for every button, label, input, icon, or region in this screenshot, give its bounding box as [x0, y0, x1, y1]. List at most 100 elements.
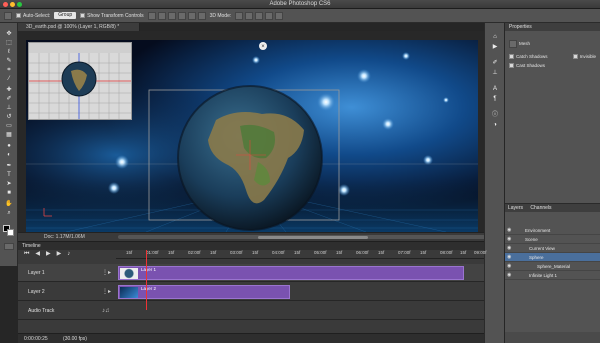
visibility-eye-icon[interactable]: ◉ — [507, 244, 513, 253]
layer-row-infinite-light[interactable]: ◉ Infinite Light 1 — [505, 271, 600, 280]
rotate-3d-icon[interactable] — [235, 11, 244, 20]
history-brush-icon[interactable]: ↺ — [4, 114, 14, 121]
playback-controls: ⏮ ◀ ▶ ▶ ♪ — [18, 250, 116, 258]
eyedropper-icon[interactable]: ⁄ — [4, 76, 14, 83]
audio-icon[interactable]: ♪ — [67, 250, 70, 258]
visibility-eye-icon[interactable]: ◉ — [507, 262, 513, 271]
brush-presets-icon[interactable]: ✐ — [490, 59, 500, 67]
clip-label: Layer 2 — [141, 286, 157, 291]
hand-icon[interactable]: ✋ — [4, 201, 14, 208]
move-tool-preset-icon[interactable] — [4, 11, 12, 20]
cast-shadows-row[interactable]: Cast Shadows — [505, 61, 600, 70]
layer-row-environment[interactable]: ◉ Environment — [505, 226, 600, 235]
quick-select-icon[interactable]: ✎ — [4, 58, 14, 65]
layers-panel: Layers Channels ◉ Environment ◉ Scene ◉ … — [505, 203, 600, 343]
prev-frame-icon[interactable]: ◀ — [35, 250, 40, 258]
layer-row-sphere[interactable]: ◉ Sphere — [505, 253, 600, 262]
layer-row-label: Sphere_Material — [537, 264, 571, 269]
clip-layer-1[interactable]: Layer 1 — [118, 266, 464, 280]
roll-3d-icon[interactable] — [245, 11, 254, 20]
timeline-playhead[interactable] — [146, 250, 147, 310]
pen-icon[interactable]: ✒ — [4, 163, 14, 170]
zoom-icon[interactable]: ⌕ — [4, 210, 14, 217]
background-color-swatch[interactable] — [7, 229, 14, 236]
type-icon[interactable]: T — [4, 172, 14, 179]
svg-text:×: × — [261, 44, 265, 50]
ruler-tick: 15f — [420, 250, 427, 255]
properties-panel: Properties Mesh Catch Shadows Invisible … — [505, 23, 600, 203]
path-select-icon[interactable]: ➤ — [4, 181, 14, 188]
shape-icon[interactable]: ■ — [4, 190, 14, 197]
quick-mask-icon[interactable] — [4, 243, 14, 250]
gradient-icon[interactable]: ▦ — [4, 132, 14, 139]
character-panel-icon[interactable]: A — [490, 85, 500, 93]
play-icon[interactable]: ▶ — [46, 250, 51, 258]
align-top-icon[interactable] — [147, 11, 156, 20]
layer-row-scene[interactable]: ◉ Scene — [505, 235, 600, 244]
track-audio[interactable]: Audio Track ♪♫ — [18, 302, 484, 320]
auto-select-dropdown[interactable]: Group — [54, 12, 77, 19]
track-menu-icon[interactable]: ⋮▸ — [102, 264, 111, 282]
secondary-view[interactable] — [28, 42, 132, 120]
slide-3d-icon[interactable] — [265, 11, 274, 20]
blur-icon[interactable]: ● — [4, 143, 14, 150]
brush-icon[interactable]: ✐ — [4, 96, 14, 103]
track-layer-1[interactable]: Layer 1 ⋮▸ Layer 1 — [18, 264, 484, 282]
healing-icon[interactable]: ✚ — [4, 87, 14, 94]
invisible-label: Invisible — [579, 54, 596, 59]
visibility-eye-icon[interactable]: ◉ — [507, 271, 513, 280]
history-panel-icon[interactable]: ⌂ — [490, 33, 500, 41]
horizontal-scrollbar-thumb[interactable] — [258, 236, 368, 239]
lasso-icon[interactable]: ℓ — [4, 49, 14, 56]
actions-panel-icon[interactable]: ▶ — [490, 43, 500, 51]
layer-row-current-view[interactable]: ◉ Current View — [505, 244, 600, 253]
adjustments-panel-icon[interactable]: ◑ — [490, 121, 500, 129]
mesh-row: Mesh — [505, 39, 600, 48]
clip-layer-2[interactable]: Layer 2 — [118, 285, 290, 299]
stamp-icon[interactable]: ⊥ — [4, 105, 14, 112]
layer-row-sphere-material[interactable]: ◉ Sphere_Material — [505, 262, 600, 271]
audio-track-controls-icon[interactable]: ♪♫ — [102, 302, 110, 320]
align-right-icon[interactable] — [197, 11, 206, 20]
doc-size-status: Doc: 1.17M/1.06M — [44, 234, 85, 240]
ruler-tick: 09:00f — [474, 250, 487, 255]
info-panel-icon[interactable]: ⓘ — [490, 111, 500, 119]
auto-select-checkbox[interactable] — [16, 13, 21, 18]
invisible-checkbox[interactable] — [572, 54, 578, 59]
clone-source-icon[interactable]: ⊥ — [490, 69, 500, 77]
track-menu-icon[interactable]: ⋮▸ — [102, 283, 111, 301]
tab-layers[interactable]: Layers — [505, 204, 526, 212]
show-transform-checkbox[interactable] — [80, 13, 86, 18]
drag-3d-icon[interactable] — [255, 11, 264, 20]
catch-shadows-checkbox[interactable] — [509, 54, 514, 59]
mesh-icon[interactable] — [509, 39, 517, 48]
dodge-icon[interactable]: ◐ — [4, 152, 14, 159]
document-tab-label: 3D_earth.psd @ 100% (Layer 1, RGB/8) * — [26, 24, 120, 30]
first-frame-icon[interactable]: ⏮ — [24, 250, 29, 258]
ruler-tick: 15f — [168, 250, 175, 255]
move-icon[interactable]: ✥ — [4, 31, 14, 38]
marquee-icon[interactable]: ⬚ — [4, 40, 14, 47]
catch-shadows-row[interactable]: Catch Shadows Invisible — [505, 52, 600, 61]
paragraph-panel-icon[interactable]: ¶ — [490, 95, 500, 103]
visibility-eye-icon[interactable]: ◉ — [507, 226, 513, 235]
auto-select-option[interactable]: Auto-Select: — [16, 13, 50, 19]
crop-icon[interactable]: ⌗ — [4, 67, 14, 74]
align-center-icon[interactable] — [187, 11, 196, 20]
next-frame-icon[interactable]: ▶ — [57, 250, 62, 258]
scale-3d-icon[interactable] — [275, 11, 284, 20]
panel-icon-column: ⌂ ▶ ✐ ⊥ A ¶ ⓘ ◑ — [484, 23, 504, 343]
visibility-eye-icon[interactable]: ◉ — [507, 253, 513, 262]
align-bottom-icon[interactable] — [167, 11, 176, 20]
show-transform-option[interactable]: Show Transform Controls — [80, 13, 144, 19]
cast-shadows-checkbox[interactable] — [509, 63, 514, 68]
track-layer-2[interactable]: Layer 2 ⋮▸ Layer 2 — [18, 283, 484, 301]
visibility-eye-icon[interactable]: ◉ — [507, 235, 513, 244]
align-left-icon[interactable] — [177, 11, 186, 20]
layer-row-label: Infinite Light 1 — [529, 273, 558, 278]
tab-channels[interactable]: Channels — [527, 204, 554, 212]
align-middle-icon[interactable] — [157, 11, 166, 20]
timeline-ruler[interactable]: 15f 01:00f 15f 02:00f 15f 03:00f 15f 04:… — [116, 250, 487, 259]
document-tab[interactable]: 3D_earth.psd @ 100% (Layer 1, RGB/8) * — [18, 23, 140, 31]
eraser-icon[interactable]: ▭ — [4, 123, 14, 130]
